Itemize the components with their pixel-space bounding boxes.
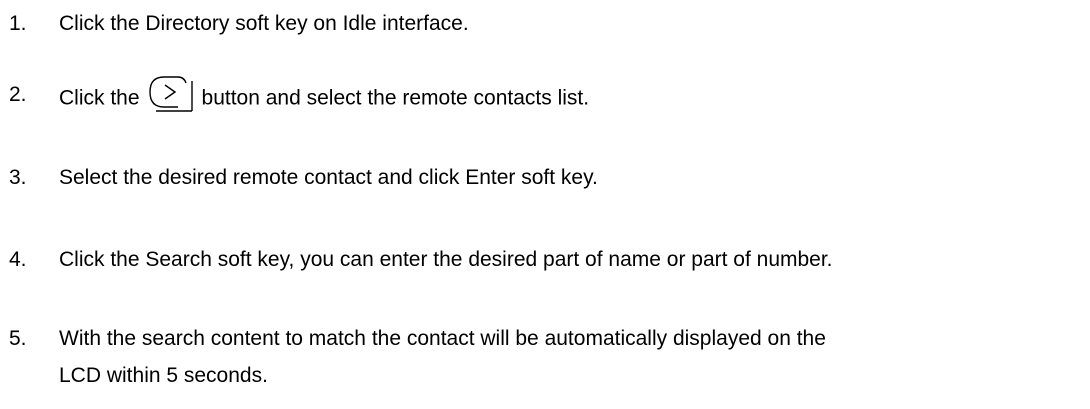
- step-text-before: Click the: [59, 86, 140, 110]
- step-number: 3.: [9, 166, 27, 189]
- step-number: 4.: [9, 248, 27, 271]
- step-number: 1.: [9, 12, 27, 35]
- step-number: 2.: [9, 83, 27, 106]
- step-text-line-1: With the search content to match the con…: [59, 327, 826, 350]
- step-number: 5.: [9, 327, 27, 350]
- step-text-line-2: LCD within 5 seconds.: [59, 364, 268, 387]
- step-text: Click the Directory soft key on Idle int…: [59, 12, 469, 35]
- step-text: Select the desired remote contact and cl…: [59, 166, 598, 189]
- step-text-after: button and select the remote contacts li…: [201, 86, 590, 110]
- step-text: Click the Search soft key, you can enter…: [59, 248, 833, 271]
- navigate-right-button-icon: [148, 74, 194, 112]
- step-text: Click the button and select the remote c…: [59, 76, 590, 118]
